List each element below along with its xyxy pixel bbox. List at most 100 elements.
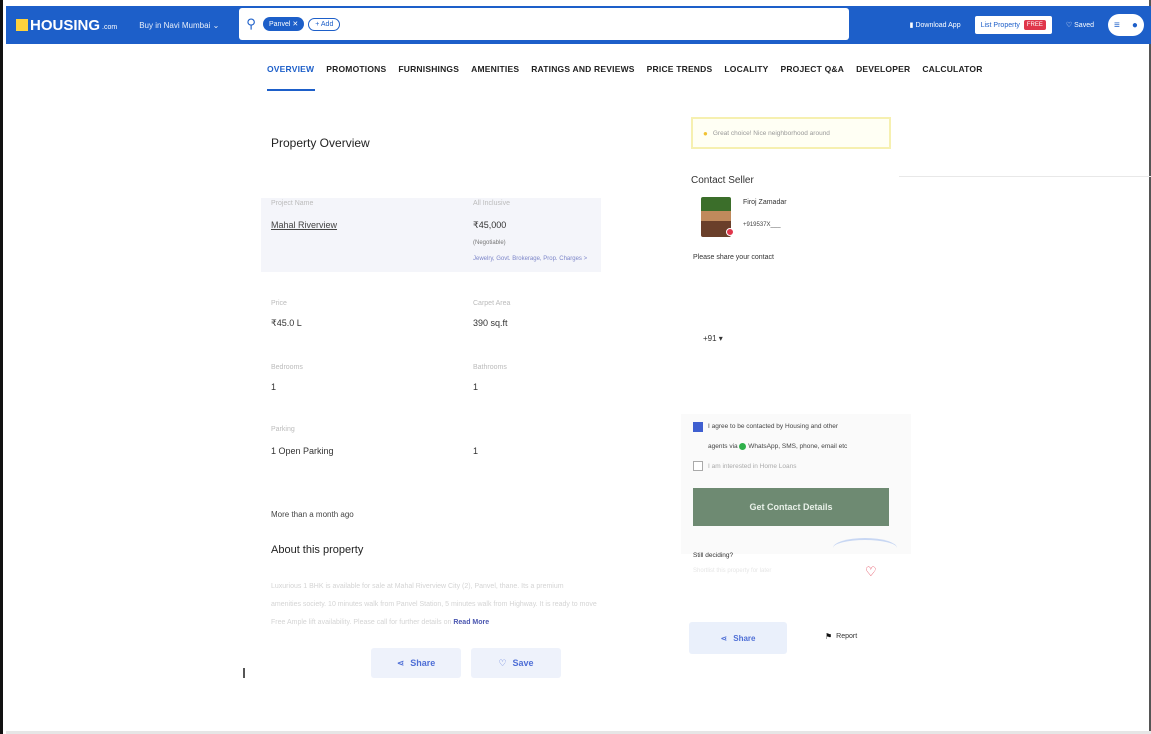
logo-icon: [16, 19, 28, 31]
extra-value: 1: [473, 446, 479, 456]
report-button[interactable]: ⚑ Report: [825, 632, 857, 641]
header-actions: ▮ Download App List Property FREE ♡ Save…: [910, 6, 1144, 44]
parking-label: Parking: [271, 426, 295, 433]
divider: [899, 176, 1151, 177]
consent-line-2b: WhatsApp, SMS, phone, email etc: [748, 443, 848, 450]
share-label: Share: [410, 658, 436, 668]
save-button[interactable]: ♡ Save: [471, 648, 561, 678]
about-property-title: About this property: [271, 544, 364, 556]
top-header: HOUSING .com Buy in Navi Mumbai ⌄ ⚲ Panv…: [6, 6, 1151, 44]
price-note: (Negotiable): [473, 240, 506, 246]
share-contact-prompt: Please share your contact: [693, 254, 774, 261]
about-line-3: Free Ample lift availability. Please cal…: [271, 614, 666, 632]
free-badge: FREE: [1023, 20, 1046, 30]
carpet-area-label: Carpet Area: [473, 300, 511, 307]
consent-checkbox[interactable]: [693, 422, 703, 432]
chevron-down-icon: ⌄: [212, 20, 220, 30]
city-selector[interactable]: Buy in Navi Mumbai ⌄: [139, 21, 219, 30]
logo-text: HOUSING: [30, 16, 101, 34]
consent-line-1: I agree to be contacted by Housing and o…: [708, 423, 839, 430]
still-deciding-title: Still deciding?: [693, 552, 734, 559]
account-menu[interactable]: ≡ ●: [1108, 14, 1144, 36]
tab-overview[interactable]: OVERVIEW: [267, 64, 314, 74]
whatsapp-icon: [739, 442, 747, 450]
country-code-select[interactable]: +91 ▾: [703, 334, 723, 343]
search-icon[interactable]: ⚲: [241, 16, 261, 32]
logo-suffix: .com: [102, 23, 118, 31]
city-selector-label: Buy in Navi Mumbai: [139, 20, 211, 30]
hint-text: Great choice! Nice neighborhood around: [712, 129, 830, 137]
about-property-text: Luxurious 1 BHK is available for sale at…: [271, 578, 666, 632]
section-tabs: OVERVIEW PROMOTIONS FURNISHINGS AMENITIE…: [267, 64, 983, 74]
tab-price-trends[interactable]: PRICE TRENDS: [647, 64, 713, 74]
heart-icon: ♡: [1065, 22, 1075, 29]
about-line-3-text: Free Ample lift availability. Please cal…: [271, 619, 452, 626]
share-seller-button[interactable]: ⋖ Share: [689, 622, 787, 654]
share-icon: ⋖: [720, 633, 728, 643]
carpet-area-value: 390 sq.ft: [473, 318, 508, 328]
home-loans-label: I am interested in Home Loans: [708, 463, 797, 470]
price-label: All Inclusive: [473, 200, 510, 207]
tab-locality[interactable]: LOCALITY: [724, 64, 768, 74]
report-label: Report: [836, 633, 858, 640]
posted-date: More than a month ago: [271, 510, 354, 519]
saved-link[interactable]: ♡ Saved: [1066, 21, 1094, 29]
about-line-1: Luxurious 1 BHK is available for sale at…: [271, 583, 564, 590]
bathrooms-value: 1: [473, 382, 479, 392]
neighborhood-hint: ● Great choice! Nice neighborhood around: [691, 117, 891, 149]
close-icon[interactable]: ✕: [292, 21, 298, 28]
seller-name: Firoj Zamadar: [743, 199, 787, 206]
text-cursor: [243, 668, 245, 678]
property-overview-title: Property Overview: [271, 136, 370, 150]
tab-project-qa[interactable]: PROJECT Q&A: [780, 64, 844, 74]
tab-calculator[interactable]: CALCULATOR: [922, 64, 982, 74]
list-property-label: List Property: [980, 21, 1020, 29]
verified-badge-icon: [726, 228, 734, 236]
search-chip-panvel[interactable]: Panvel ✕: [263, 17, 305, 31]
search-bar[interactable]: ⚲ Panvel ✕ + Add: [239, 8, 849, 40]
shortlist-heart-icon[interactable]: ♡: [865, 564, 877, 580]
search-add-button[interactable]: + Add: [308, 17, 341, 31]
save-label: Save: [512, 658, 534, 668]
parking-value: 1 Open Parking: [271, 446, 334, 456]
tab-furnishings[interactable]: FURNISHINGS: [398, 64, 459, 74]
bathrooms-label: Bathrooms: [473, 364, 507, 371]
seller-phone: +919537X___: [743, 222, 781, 228]
about-line-2: amenities society. 10 minutes walk from …: [271, 601, 597, 608]
bedrooms-value: 1: [271, 382, 277, 392]
price-details-link[interactable]: Jewelry, Govt. Brokerage, Prop. Charges …: [473, 256, 587, 262]
get-contact-details-button[interactable]: Get Contact Details: [693, 488, 889, 526]
still-deciding-subtext: Shortlist this property for later: [693, 568, 772, 574]
download-app-label: Download App: [915, 22, 961, 29]
tab-amenities[interactable]: AMENITIES: [471, 64, 519, 74]
share-icon: ⋖: [396, 657, 405, 668]
tab-promotions[interactable]: PROMOTIONS: [326, 64, 386, 74]
active-tab-indicator: [267, 89, 315, 91]
download-app-link[interactable]: ▮ Download App: [910, 21, 961, 29]
tab-ratings-reviews[interactable]: RATINGS AND REVIEWS: [531, 64, 634, 74]
bedrooms-label: Bedrooms: [271, 364, 303, 371]
price-value: ₹45,000: [473, 220, 507, 230]
housing-logo[interactable]: HOUSING .com: [16, 17, 117, 34]
contact-seller-title: Contact Seller: [691, 175, 754, 186]
consent-line-2a: agents via: [708, 443, 738, 450]
hamburger-icon: ≡: [1114, 19, 1120, 31]
share-button[interactable]: ⋖ Share: [371, 648, 461, 678]
saved-label: Saved: [1074, 22, 1094, 29]
search-chip-label: Panvel: [269, 21, 291, 28]
share-seller-label: Share: [733, 633, 756, 643]
project-name-link[interactable]: Mahal Riverview: [271, 220, 337, 230]
consent-text: I agree to be contacted by Housing and o…: [708, 417, 847, 457]
tab-developer[interactable]: DEVELOPER: [856, 64, 910, 74]
home-loans-checkbox[interactable]: [693, 461, 703, 471]
decorative-arc: [833, 538, 897, 558]
user-icon: ●: [1131, 19, 1138, 31]
browser-frame: HOUSING .com Buy in Navi Mumbai ⌄ ⚲ Panv…: [0, 0, 1151, 734]
list-property-button[interactable]: List Property FREE: [974, 16, 1052, 34]
price-lakh-label: Price: [271, 300, 287, 307]
project-name-label: Project Name: [271, 200, 314, 207]
flag-icon: ⚑: [825, 632, 833, 641]
heart-icon: ♡: [498, 657, 507, 668]
read-more-link[interactable]: Read More: [453, 619, 489, 626]
consent-line-2: agents via WhatsApp, SMS, phone, email e…: [708, 437, 847, 457]
